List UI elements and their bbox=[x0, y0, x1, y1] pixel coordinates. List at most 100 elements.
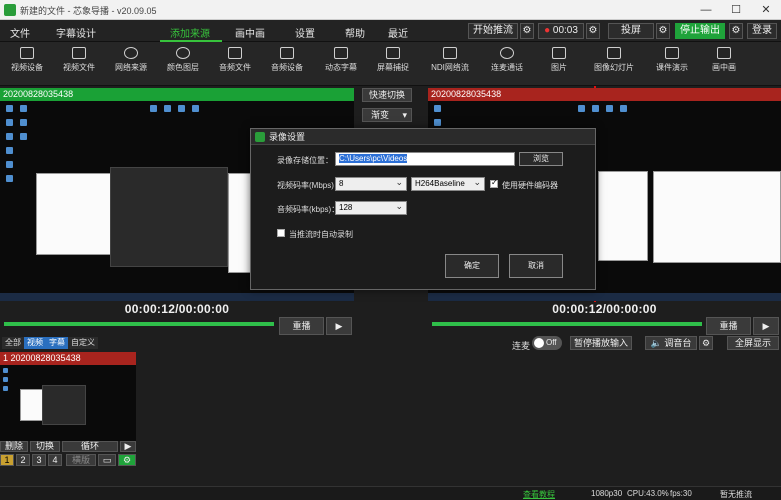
mixer-label: 调音台 bbox=[664, 338, 692, 348]
tool-ndi-stream[interactable]: NDI网络流 bbox=[428, 45, 472, 83]
toggle-state: Off bbox=[546, 338, 557, 347]
record-timer[interactable]: ● 00:03 bbox=[538, 23, 584, 39]
mixer-button[interactable]: 🔈 调音台 bbox=[645, 336, 697, 350]
loop-source-button[interactable]: 循环 bbox=[62, 441, 118, 452]
status-resolution: 1080p30 bbox=[591, 489, 623, 498]
preview-progress[interactable] bbox=[4, 322, 274, 326]
menu-bar: 文件 字幕设计 添加来源 画中画 设置 帮助 最近 开始推流 ⚙ ● 00:03… bbox=[0, 20, 781, 302]
quick-switch-button[interactable]: 快速切换 bbox=[362, 88, 412, 102]
tab-all[interactable]: 全部 bbox=[2, 337, 24, 349]
path-input[interactable]: C:\Users\pc\Videos bbox=[335, 152, 515, 166]
tab-subtitle[interactable]: 字幕 bbox=[46, 337, 68, 349]
tool-courseware[interactable]: 课件演示 bbox=[650, 45, 694, 83]
tool-screen-capture[interactable]: 屏幕捕捉 bbox=[371, 45, 415, 83]
speaker-icon bbox=[280, 47, 294, 59]
preview-header: 20200828035438 bbox=[0, 88, 354, 101]
program-replay-button[interactable]: 重播 bbox=[706, 317, 751, 335]
status-stream: 暂无推流 bbox=[720, 490, 752, 499]
switch-source-button[interactable]: 切换 bbox=[30, 441, 60, 452]
project-settings-gear-icon[interactable]: ⚙ bbox=[656, 23, 670, 39]
output-settings-gear-icon[interactable]: ⚙ bbox=[729, 23, 743, 39]
tool-video-device[interactable]: 视频设备 bbox=[5, 45, 49, 83]
tool-color-layer[interactable]: 颜色图层 bbox=[161, 45, 205, 83]
image-icon bbox=[552, 47, 566, 59]
toggle-knob bbox=[534, 338, 544, 348]
speaker-icon: 🔈 bbox=[650, 338, 662, 348]
source-play-icon[interactable]: ▶ bbox=[120, 441, 136, 452]
menu-recent[interactable]: 最近 bbox=[388, 25, 408, 40]
close-button[interactable]: ✕ bbox=[751, 0, 781, 20]
stop-output-button[interactable]: 停止输出 bbox=[675, 23, 725, 39]
record-settings-gear-icon[interactable]: ⚙ bbox=[586, 23, 600, 39]
presentation-icon bbox=[665, 47, 679, 59]
source-thumbnail[interactable] bbox=[0, 365, 136, 441]
menu-settings[interactable]: 设置 bbox=[295, 25, 315, 40]
minimize-button[interactable]: — bbox=[691, 0, 721, 20]
menu-subtitle-design[interactable]: 字幕设计 bbox=[56, 25, 96, 40]
layout-button[interactable]: 横版 bbox=[66, 454, 96, 466]
preview-replay-button[interactable]: 重播 bbox=[279, 317, 324, 335]
tool-pip[interactable]: 画中画 bbox=[702, 45, 746, 83]
tool-audio-file[interactable]: 音频文件 bbox=[213, 45, 257, 83]
lianmai-toggle[interactable]: Off bbox=[532, 336, 562, 350]
tool-lianmai-call[interactable]: 连麦通话 bbox=[485, 45, 529, 83]
source-header: 1 20200828035438 bbox=[0, 352, 136, 365]
hw-encoder-label: 使用硬件编码器 bbox=[502, 181, 558, 190]
tutorial-link[interactable]: 查看教程 bbox=[523, 489, 555, 500]
menu-pip[interactable]: 画中画 bbox=[235, 25, 265, 40]
call-icon bbox=[500, 47, 514, 59]
source-gear-icon[interactable]: ⚙ bbox=[118, 454, 136, 466]
record-dot-icon: ● bbox=[544, 25, 551, 36]
monitor-icon[interactable]: ▭ bbox=[98, 454, 116, 466]
path-value: C:\Users\pc\Videos bbox=[339, 154, 408, 163]
menu-help[interactable]: 帮助 bbox=[345, 25, 365, 40]
tab-video[interactable]: 视频 bbox=[24, 337, 46, 349]
program-progress[interactable] bbox=[432, 322, 702, 326]
music-file-icon bbox=[228, 47, 242, 59]
dialog-title: 录像设置 bbox=[269, 132, 306, 142]
mixer-gear-icon[interactable]: ⚙ bbox=[699, 336, 713, 350]
menu-file[interactable]: 文件 bbox=[10, 25, 30, 40]
stream-settings-gear-icon[interactable]: ⚙ bbox=[520, 23, 534, 39]
tool-slideshow[interactable]: 图像幻灯片 bbox=[592, 45, 636, 83]
tool-video-file[interactable]: 视频文件 bbox=[57, 45, 101, 83]
pip-icon bbox=[717, 47, 731, 59]
slideshow-icon bbox=[607, 47, 621, 59]
tool-image[interactable]: 图片 bbox=[537, 45, 581, 83]
page-3[interactable]: 3 bbox=[32, 454, 46, 466]
tool-network-source[interactable]: 网络来源 bbox=[109, 45, 153, 83]
transition-select[interactable]: 渐变 ▾ bbox=[362, 108, 412, 122]
preview-play-icon[interactable]: ▶ bbox=[326, 317, 352, 335]
menu-add-source[interactable]: 添加来源 bbox=[170, 25, 210, 40]
video-bitrate-select[interactable]: 8 bbox=[335, 176, 407, 191]
browse-button[interactable]: 浏览 bbox=[519, 152, 563, 166]
program-play-icon[interactable]: ▶ bbox=[753, 317, 779, 335]
page-1[interactable]: 1 bbox=[0, 454, 14, 466]
login-button[interactable]: 登录 bbox=[747, 23, 777, 39]
codec-select[interactable]: H264Baseline bbox=[411, 176, 485, 191]
tool-dynamic-subtitle[interactable]: 动态字幕 bbox=[319, 45, 363, 83]
video-bitrate-label: 视频码率(Mbps)： bbox=[277, 181, 342, 190]
title-bar: 新建的文件 - 芯象导播 - v20.09.05 — ☐ ✕ bbox=[0, 0, 781, 20]
status-cpu: CPU:43.0% bbox=[627, 489, 669, 498]
audio-bitrate-select[interactable]: 128 bbox=[335, 200, 407, 215]
dialog-ok-button[interactable]: 确定 bbox=[445, 254, 499, 278]
start-stream-button[interactable]: 开始推流 bbox=[468, 23, 518, 39]
dialog-cancel-button[interactable]: 取消 bbox=[509, 254, 563, 278]
project-button[interactable]: 投屏 bbox=[608, 23, 654, 39]
program-header: 20200828035438 bbox=[428, 88, 781, 101]
page-2[interactable]: 2 bbox=[16, 454, 30, 466]
pause-input-button[interactable]: 暂停播放输入 bbox=[570, 336, 632, 350]
tab-custom[interactable]: 自定义 bbox=[68, 337, 98, 349]
record-time: 00:03 bbox=[552, 25, 578, 36]
tool-audio-device[interactable]: 音频设备 bbox=[265, 45, 309, 83]
audio-bitrate-label: 音频码率(kbps)： bbox=[277, 205, 340, 214]
transition-value: 渐变 bbox=[371, 110, 390, 120]
dialog-app-icon bbox=[255, 132, 265, 142]
delete-source-button[interactable]: 删除 bbox=[0, 441, 28, 452]
fullscreen-button[interactable]: 全屏显示 bbox=[727, 336, 779, 350]
maximize-button[interactable]: ☐ bbox=[721, 0, 751, 20]
auto-record-checkbox[interactable] bbox=[277, 229, 285, 237]
page-4[interactable]: 4 bbox=[48, 454, 62, 466]
hw-encoder-checkbox[interactable]: ✓ bbox=[490, 178, 498, 188]
